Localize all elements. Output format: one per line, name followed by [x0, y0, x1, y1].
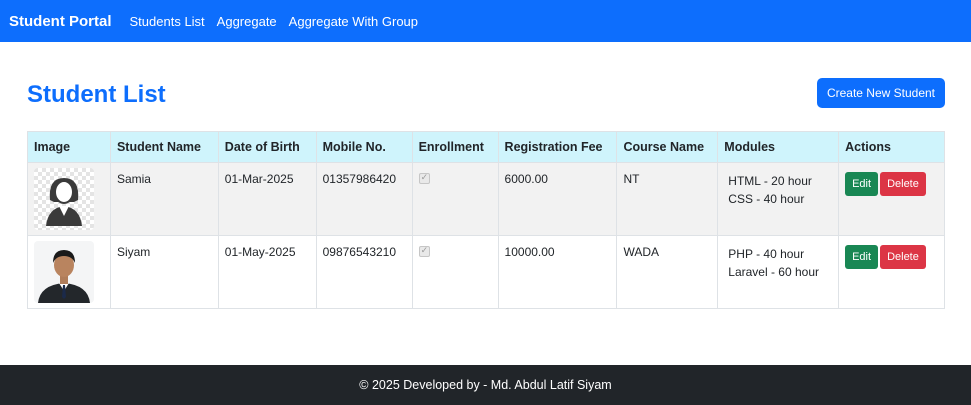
- header-registration-fee: Registration Fee: [497, 131, 618, 163]
- main-content: Student List Create New Student Image St…: [27, 42, 945, 309]
- cell-student-name: Samia: [109, 162, 219, 236]
- header-modules: Modules: [717, 131, 840, 163]
- cell-course-name: WADA: [616, 235, 719, 309]
- delete-button[interactable]: Delete: [880, 245, 926, 269]
- enrollment-checkbox[interactable]: [418, 245, 430, 257]
- cell-course-name: NT: [616, 162, 719, 236]
- table-row: Siyam 01-May-2025 09876543210 10000.00 W…: [27, 235, 945, 309]
- delete-button[interactable]: Delete: [880, 172, 926, 196]
- cell-registration-fee: 6000.00: [497, 162, 618, 236]
- module-item: CSS - 40 hour: [728, 192, 805, 206]
- module-item: Laravel - 60 hour: [728, 265, 820, 279]
- student-photo: [34, 241, 94, 303]
- cell-actions: Edit Delete: [838, 162, 945, 236]
- student-photo-avatar: [34, 168, 94, 230]
- cell-modules: PHP - 40 hour Laravel - 60 hour: [717, 235, 840, 309]
- heading-row: Student List Create New Student: [27, 42, 945, 132]
- nav-link-students-list[interactable]: Students List: [130, 14, 205, 29]
- cell-student-name: Siyam: [109, 235, 219, 309]
- module-item: HTML - 20 hour: [728, 174, 812, 188]
- header-course-name: Course Name: [616, 131, 719, 163]
- nav-link-aggregate[interactable]: Aggregate: [217, 14, 277, 29]
- table-row: Samia 01-Mar-2025 01357986420 6000.00 NT…: [27, 162, 945, 236]
- header-student-name: Student Name: [109, 131, 219, 163]
- students-table: Image Student Name Date of Birth Mobile …: [27, 131, 945, 309]
- cell-mobile: 09876543210: [315, 235, 413, 309]
- edit-button[interactable]: Edit: [845, 245, 879, 269]
- enrollment-checkbox[interactable]: [418, 172, 430, 184]
- cell-date-of-birth: 01-May-2025: [217, 235, 317, 309]
- header-image: Image: [27, 131, 111, 163]
- brand-link[interactable]: Student Portal: [9, 13, 112, 30]
- footer-text: © 2025 Developed by - Md. Abdul Latif Si…: [359, 378, 612, 392]
- header-enrollment: Enrollment: [411, 131, 499, 163]
- cell-date-of-birth: 01-Mar-2025: [217, 162, 317, 236]
- page-title: Student List: [27, 81, 166, 108]
- navbar: Student Portal Students List Aggregate A…: [0, 0, 971, 42]
- header-mobile-no: Mobile No.: [315, 131, 413, 163]
- header-date-of-birth: Date of Birth: [217, 131, 317, 163]
- cell-modules: HTML - 20 hour CSS - 40 hour: [717, 162, 840, 236]
- nav-link-aggregate-with-group[interactable]: Aggregate With Group: [289, 14, 418, 29]
- table-header-row: Image Student Name Date of Birth Mobile …: [27, 131, 945, 163]
- cell-actions: Edit Delete: [838, 235, 945, 309]
- cell-mobile: 01357986420: [315, 162, 413, 236]
- create-new-student-button[interactable]: Create New Student: [816, 78, 945, 108]
- cell-registration-fee: 10000.00: [497, 235, 618, 309]
- footer: © 2025 Developed by - Md. Abdul Latif Si…: [0, 365, 971, 405]
- header-actions: Actions: [838, 131, 945, 163]
- module-item: PHP - 40 hour: [728, 247, 805, 261]
- edit-button[interactable]: Edit: [845, 172, 879, 196]
